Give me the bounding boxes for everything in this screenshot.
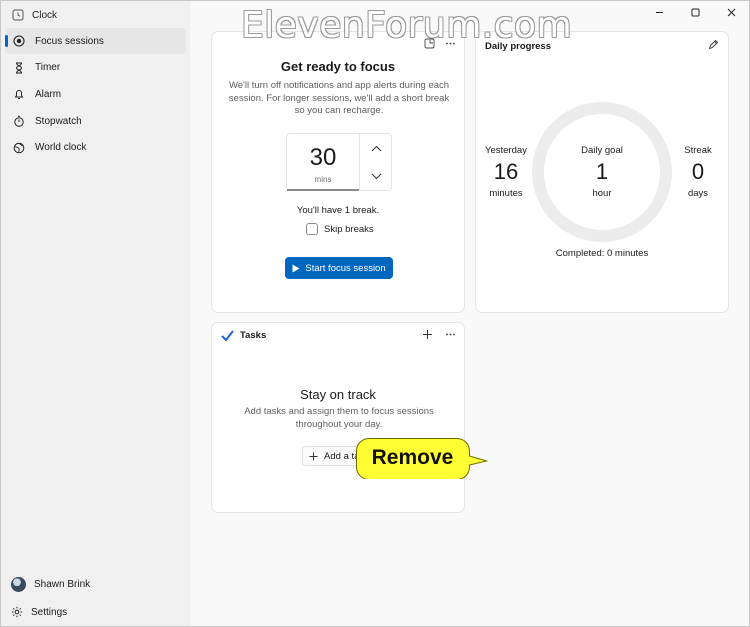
more-options-icon[interactable] bbox=[445, 329, 456, 340]
sidebar-item-label: World clock bbox=[35, 142, 87, 154]
tasks-title: Tasks bbox=[240, 330, 267, 341]
focus-duration-stepper[interactable]: 30 mins bbox=[286, 133, 392, 191]
yesterday-value: 16 bbox=[493, 159, 519, 184]
play-icon bbox=[292, 264, 300, 272]
sidebar-footer: Shawn Brink Settings bbox=[5, 571, 186, 625]
streak-unit: days bbox=[687, 188, 709, 199]
stepper-underline bbox=[287, 189, 359, 191]
tasks-heading: Stay on track bbox=[300, 387, 376, 402]
yesterday-unit: minutes bbox=[489, 188, 523, 199]
chevron-up-icon bbox=[371, 145, 381, 151]
stopwatch-icon bbox=[14, 115, 24, 127]
sidebar-item-focus-sessions[interactable]: Focus sessions bbox=[5, 28, 186, 54]
close-button[interactable] bbox=[713, 5, 749, 19]
tasks-actions bbox=[422, 329, 456, 340]
watermark: ElevenForum.com bbox=[241, 5, 573, 46]
daily-goal-stat: Daily goal 1 hour bbox=[572, 145, 632, 199]
plus-icon bbox=[309, 452, 318, 460]
start-focus-session-button[interactable]: Start focus session bbox=[285, 257, 393, 279]
daily-progress-card: Daily progress Yesterday 16 minutes Dail… bbox=[475, 31, 729, 313]
bell-icon bbox=[14, 90, 24, 100]
minimize-button[interactable] bbox=[641, 5, 677, 19]
callout-text: Remove bbox=[371, 446, 454, 469]
duration-value[interactable]: 30 bbox=[287, 144, 359, 172]
edit-icon[interactable] bbox=[708, 39, 719, 50]
settings-label: Settings bbox=[31, 606, 68, 618]
focus-description: We'll turn off notifications and app ale… bbox=[228, 80, 450, 116]
globe-icon bbox=[13, 142, 25, 154]
tasks-description: Add tasks and assign them to focus sessi… bbox=[244, 406, 434, 430]
avatar bbox=[11, 576, 26, 592]
maximize-icon bbox=[691, 8, 699, 16]
sidebar-item-label: Focus sessions bbox=[35, 35, 104, 47]
minimize-icon bbox=[655, 11, 663, 13]
streak-value: 0 bbox=[691, 159, 705, 184]
skip-breaks-label: Skip breaks bbox=[324, 223, 374, 235]
daily-goal-unit: hour bbox=[592, 188, 612, 199]
todo-checkmark-icon bbox=[221, 330, 234, 341]
app-title: Clock bbox=[32, 9, 58, 21]
hourglass-icon bbox=[15, 62, 23, 74]
sidebar-item-timer[interactable]: Timer bbox=[5, 55, 186, 81]
sidebar-item-label: Stopwatch bbox=[35, 115, 82, 127]
skip-breaks-checkbox[interactable]: Skip breaks bbox=[306, 223, 374, 235]
sidebar-item-label: Timer bbox=[35, 62, 61, 74]
sidebar-item-label: Alarm bbox=[35, 88, 62, 100]
user-name: Shawn Brink bbox=[34, 578, 91, 590]
daily-goal-value: 1 bbox=[595, 159, 609, 184]
focus-icon bbox=[13, 35, 25, 47]
decrease-duration-button[interactable] bbox=[360, 162, 392, 190]
user-account[interactable]: Shawn Brink bbox=[5, 571, 186, 597]
sidebar: Clock Focus sessions Timer Alarm Stopwat… bbox=[1, 1, 190, 626]
streak-label: Streak bbox=[684, 145, 712, 156]
close-icon bbox=[727, 8, 735, 16]
window-controls bbox=[641, 5, 749, 19]
sidebar-item-world-clock[interactable]: World clock bbox=[5, 135, 186, 161]
tasks-header: Tasks bbox=[221, 330, 266, 341]
duration-unit: mins bbox=[314, 175, 332, 184]
settings-button[interactable]: Settings bbox=[5, 599, 186, 625]
yesterday-label: Yesterday bbox=[485, 145, 527, 156]
start-focus-label: Start focus session bbox=[305, 262, 386, 274]
streak-stat: Streak 0 days bbox=[672, 145, 724, 199]
completed-text: Completed: 0 minutes bbox=[555, 248, 649, 259]
tasks-card: Tasks Stay on track Add tasks and assign… bbox=[211, 322, 465, 513]
gear-icon bbox=[11, 606, 23, 618]
break-info: You'll have 1 break. bbox=[296, 205, 380, 216]
yesterday-stat: Yesterday 16 minutes bbox=[480, 145, 532, 199]
maximize-button[interactable] bbox=[677, 5, 713, 19]
focus-title: Get ready to focus bbox=[280, 59, 396, 74]
daily-goal-label: Daily goal bbox=[581, 145, 623, 156]
app-window: Clock Focus sessions Timer Alarm Stopwat… bbox=[0, 0, 750, 627]
add-icon[interactable] bbox=[422, 329, 433, 340]
increase-duration-button[interactable] bbox=[360, 134, 392, 162]
app-title-bar: Clock bbox=[12, 7, 57, 23]
checkbox-box[interactable] bbox=[306, 223, 318, 235]
sidebar-item-stopwatch[interactable]: Stopwatch bbox=[5, 108, 186, 134]
sidebar-nav: Focus sessions Timer Alarm Stopwatch Wor… bbox=[5, 28, 186, 161]
chevron-down-icon bbox=[371, 173, 381, 179]
sidebar-item-alarm[interactable]: Alarm bbox=[5, 81, 186, 107]
remove-callout: Remove bbox=[355, 437, 489, 479]
focus-card: Get ready to focus We'll turn off notifi… bbox=[211, 31, 465, 313]
clock-app-icon bbox=[12, 9, 24, 21]
